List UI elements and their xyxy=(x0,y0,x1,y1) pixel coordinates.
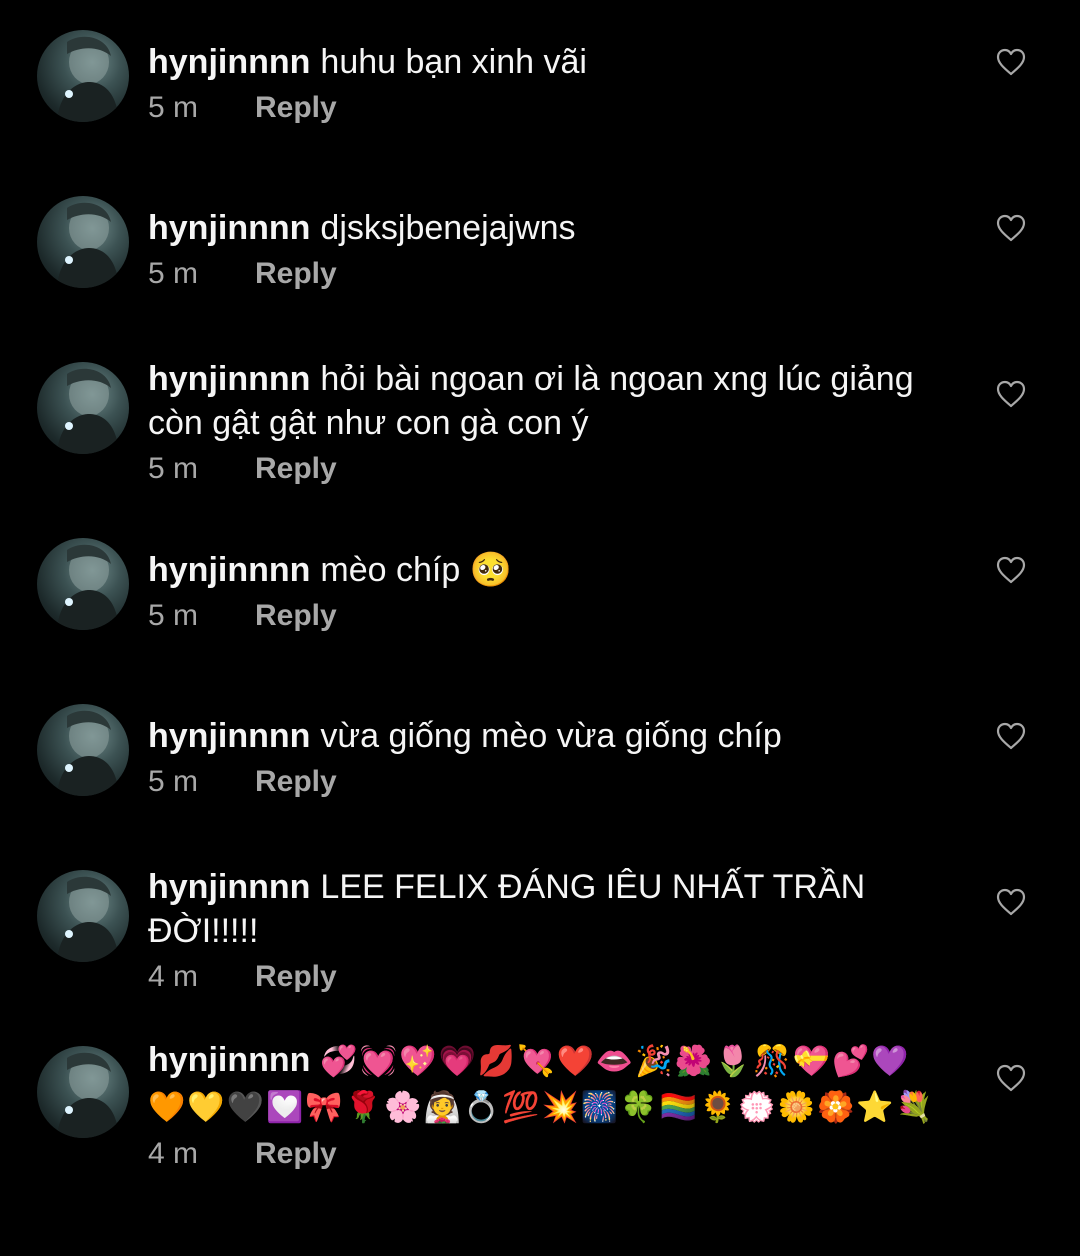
comment-time: 5 m xyxy=(148,452,199,485)
heart-outline-icon xyxy=(996,888,1026,916)
like-button[interactable] xyxy=(996,1064,1026,1092)
comment-username[interactable]: hynjinnnn xyxy=(148,868,310,906)
like-button[interactable] xyxy=(996,380,1026,408)
comment-text-line: hynjinnnn hỏi bài ngoan ơi là ngoan xng l… xyxy=(148,357,948,445)
like-button[interactable] xyxy=(996,722,1026,750)
comment-time: 4 m xyxy=(148,1137,199,1170)
heart-outline-icon xyxy=(996,380,1026,408)
comment-time: 5 m xyxy=(148,257,199,290)
comment-meta: 5 m Reply xyxy=(148,596,948,636)
comment-body: hynjinnnn vừa giống mèo vừa giống chíp 5 … xyxy=(148,714,948,802)
comment-meta: 5 m Reply xyxy=(148,762,948,802)
comment-body: hynjinnnn djsksjbenejajwns 5 m Reply xyxy=(148,206,948,294)
comment-body: hynjinnnn huhu bạn xinh vãi 5 m Reply xyxy=(148,40,948,128)
avatar[interactable] xyxy=(37,362,129,454)
comment-username[interactable]: hynjinnnn xyxy=(148,360,310,398)
reply-button[interactable]: Reply xyxy=(255,257,337,290)
like-button[interactable] xyxy=(996,214,1026,242)
comment-body: hynjinnnn LEE FELIX ĐÁNG IÊU NHẤT TRẦN ĐỜ… xyxy=(148,865,948,997)
like-button[interactable] xyxy=(996,48,1026,76)
avatar[interactable] xyxy=(37,538,129,630)
heart-outline-icon xyxy=(996,556,1026,584)
comment-username[interactable]: hynjinnnn xyxy=(148,1041,310,1079)
comment-time: 4 m xyxy=(148,960,199,993)
comment-text: huhu bạn xinh vãi xyxy=(320,43,587,81)
comment-meta: 5 m Reply xyxy=(148,449,948,489)
heart-outline-icon xyxy=(996,48,1026,76)
reply-button[interactable]: Reply xyxy=(255,452,337,485)
comment-body: hynjinnnn mèo chíp 🥺 5 m Reply xyxy=(148,548,948,636)
comment-text: djsksjbenejajwns xyxy=(320,209,576,247)
avatar[interactable] xyxy=(37,704,129,796)
comment-text-line: hynjinnnn huhu bạn xinh vãi xyxy=(148,40,948,84)
comment-text-line: hynjinnnn LEE FELIX ĐÁNG IÊU NHẤT TRẦN ĐỜ… xyxy=(148,865,948,953)
like-button[interactable] xyxy=(996,888,1026,916)
profile-photo-icon xyxy=(57,544,119,630)
comment-text-line: hynjinnnn 💞💓💖💗💋💘❤️👄🎉🌺🌷🎊💝💕💜🧡💛🖤💟🎀🌹🌸👰💍💯💥🎆🍀🏳️… xyxy=(148,1038,938,1130)
avatar[interactable] xyxy=(37,870,129,962)
comment-time: 5 m xyxy=(148,91,199,124)
comment-meta: 4 m Reply xyxy=(148,957,948,997)
comment-time: 5 m xyxy=(148,765,199,798)
avatar[interactable] xyxy=(37,1046,129,1138)
comment-username[interactable]: hynjinnnn xyxy=(148,551,310,589)
comment-username[interactable]: hynjinnnn xyxy=(148,717,310,755)
comment-text-line: hynjinnnn djsksjbenejajwns xyxy=(148,206,948,250)
heart-outline-icon xyxy=(996,214,1026,242)
avatar[interactable] xyxy=(37,196,129,288)
reply-button[interactable]: Reply xyxy=(255,960,337,993)
comment-username[interactable]: hynjinnnn xyxy=(148,209,310,247)
comment-username[interactable]: hynjinnnn xyxy=(148,43,310,81)
comment-text: vừa giống mèo vừa giống chíp xyxy=(320,717,782,755)
profile-photo-icon xyxy=(57,368,119,454)
like-button[interactable] xyxy=(996,556,1026,584)
comment-text-line: hynjinnnn mèo chíp 🥺 xyxy=(148,548,948,592)
reply-button[interactable]: Reply xyxy=(255,765,337,798)
comment-text: mèo chíp 🥺 xyxy=(320,551,513,589)
heart-outline-icon xyxy=(996,1064,1026,1092)
comment-body: hynjinnnn hỏi bài ngoan ơi là ngoan xng l… xyxy=(148,357,948,489)
reply-button[interactable]: Reply xyxy=(255,1137,337,1170)
profile-photo-icon xyxy=(57,1052,119,1138)
comment-text-line: hynjinnnn vừa giống mèo vừa giống chíp xyxy=(148,714,948,758)
heart-outline-icon xyxy=(996,722,1026,750)
comment-meta: 4 m Reply xyxy=(148,1134,938,1174)
profile-photo-icon xyxy=(57,202,119,288)
profile-photo-icon xyxy=(57,36,119,122)
reply-button[interactable]: Reply xyxy=(255,91,337,124)
comment-meta: 5 m Reply xyxy=(148,88,948,128)
comment-meta: 5 m Reply xyxy=(148,254,948,294)
profile-photo-icon xyxy=(57,710,119,796)
comment-time: 5 m xyxy=(148,599,199,632)
avatar[interactable] xyxy=(37,30,129,122)
reply-button[interactable]: Reply xyxy=(255,599,337,632)
profile-photo-icon xyxy=(57,876,119,962)
comment-body: hynjinnnn 💞💓💖💗💋💘❤️👄🎉🌺🌷🎊💝💕💜🧡💛🖤💟🎀🌹🌸👰💍💯💥🎆🍀🏳️… xyxy=(148,1038,938,1174)
